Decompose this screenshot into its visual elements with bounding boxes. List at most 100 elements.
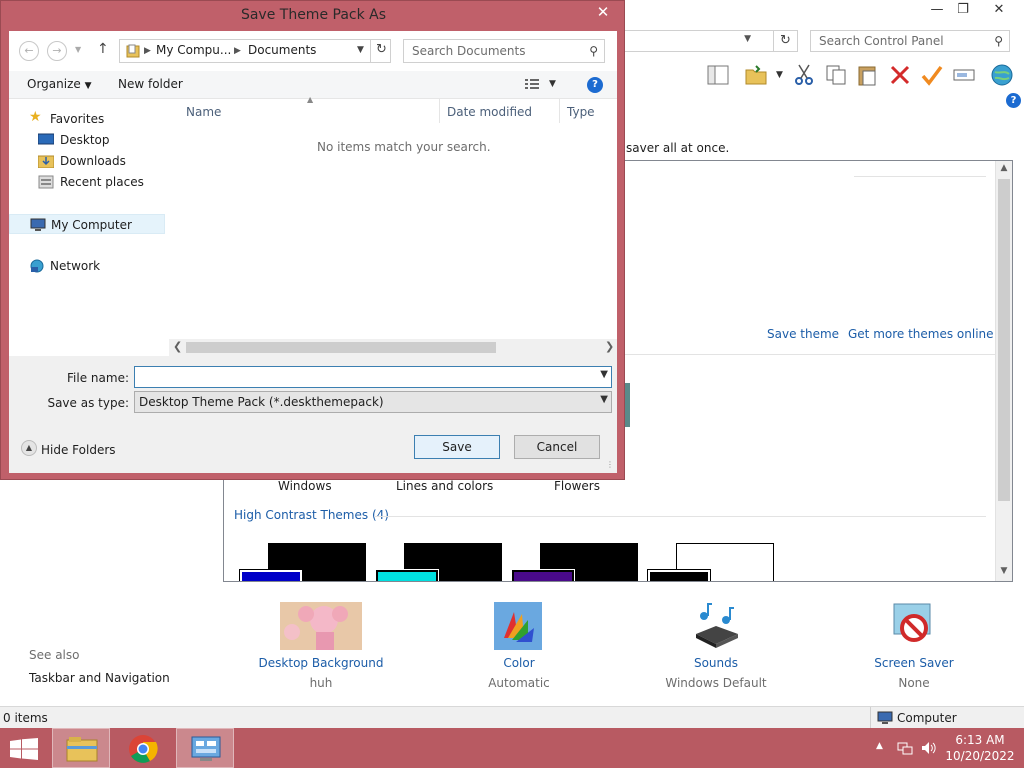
organize-button[interactable]: Organize ▼ [27, 77, 92, 91]
refresh-icon[interactable]: ↻ [376, 42, 387, 57]
back-button[interactable]: ← [19, 41, 39, 61]
desktop-background-item[interactable]: Desktop Background huh [241, 600, 401, 692]
screen-saver-icon [893, 603, 931, 642]
restore-button[interactable]: ❐ [948, 0, 978, 20]
item-count: 0 items [3, 711, 48, 725]
show-hidden-icons-icon[interactable]: ▲ [876, 741, 883, 751]
cancel-button[interactable]: Cancel [514, 435, 600, 459]
chevron-down-icon: ▼ [84, 81, 92, 91]
sounds-item[interactable]: Sounds Windows Default [636, 600, 796, 692]
paste-icon[interactable] [856, 63, 880, 87]
copy-icon[interactable] [824, 63, 848, 87]
sounds-label[interactable]: Sounds [636, 656, 796, 670]
collapse-arrow-icon[interactable]: ▲ [21, 440, 37, 456]
chrome-taskbar-button[interactable] [114, 728, 172, 768]
save-theme-link[interactable]: Save theme [767, 327, 839, 341]
color-label[interactable]: Color [439, 656, 599, 670]
clock-date: 10/20/2022 [945, 749, 1015, 763]
chevron-down-icon[interactable]: ▼ [776, 70, 783, 80]
scrollbar-thumb[interactable] [998, 179, 1010, 501]
nav-recent-places[interactable]: Recent places [9, 172, 165, 192]
help-icon[interactable]: ? [1006, 93, 1021, 108]
save-dialog: Save Theme Pack As ✕ ← → ▼ ↑ ▶ My Compu.… [0, 0, 625, 480]
vertical-scrollbar[interactable]: ▲ ▼ [995, 161, 1012, 581]
computer-icon [30, 218, 46, 231]
column-name[interactable]: Name [186, 105, 221, 119]
theme-flowers-label[interactable]: Flowers [554, 479, 600, 493]
layout-icon[interactable] [706, 63, 730, 87]
scroll-left-arrow-icon[interactable]: ❮ [173, 340, 182, 353]
nav-network-label: Network [50, 259, 101, 273]
screen-saver-value: None [898, 676, 930, 690]
nav-desktop[interactable]: Desktop [9, 130, 165, 150]
scrollbar-thumb[interactable] [186, 342, 496, 353]
chrome-icon [129, 735, 158, 763]
screen-saver-item[interactable]: Screen Saver None [834, 600, 994, 692]
screen-saver-label[interactable]: Screen Saver [834, 656, 994, 670]
check-icon[interactable] [920, 63, 944, 87]
scroll-down-arrow-icon[interactable]: ▼ [996, 566, 1012, 576]
search-placeholder: Search Documents [412, 44, 526, 58]
get-more-themes-link[interactable]: Get more themes online [848, 327, 994, 341]
desktop-background-label[interactable]: Desktop Background [241, 656, 401, 670]
color-item[interactable]: Color Automatic [439, 600, 599, 692]
nav-favorites[interactable]: ★ Favorites [9, 109, 165, 129]
save-as-type-select[interactable]: Desktop Theme Pack (*.deskthemepack) ▼ [134, 391, 612, 413]
theme-lines-label[interactable]: Lines and colors [396, 479, 493, 493]
file-explorer-taskbar-button[interactable] [52, 728, 110, 768]
search-documents-input[interactable]: Search Documents ⚲ [403, 39, 605, 63]
breadcrumb-separator-icon[interactable]: ▶ [234, 46, 241, 56]
taskbar-navigation-link[interactable]: Taskbar and Navigation [29, 671, 170, 685]
hide-folders-button[interactable]: Hide Folders [41, 443, 116, 457]
chevron-down-icon[interactable]: ▼ [549, 79, 556, 89]
chevron-down-icon[interactable]: ▼ [600, 369, 608, 380]
column-date-modified[interactable]: Date modified [447, 105, 532, 119]
scroll-right-arrow-icon[interactable]: ❯ [605, 340, 614, 353]
scroll-up-arrow-icon[interactable]: ▲ [996, 163, 1012, 173]
view-options-icon[interactable] [525, 78, 539, 90]
address-bar[interactable]: ▶ My Compu... ▶ Documents ▼ ↻ [119, 39, 391, 63]
refresh-button[interactable]: ↻ [774, 30, 798, 52]
folder-options-icon[interactable] [744, 63, 768, 87]
volume-icon[interactable] [921, 740, 937, 756]
globe-icon[interactable] [990, 63, 1014, 87]
network-tray-icon[interactable] [897, 740, 913, 756]
up-button[interactable]: ↑ [97, 41, 109, 57]
new-folder-button[interactable]: New folder [118, 77, 183, 91]
chevron-down-icon[interactable]: ▼ [600, 394, 608, 405]
control-panel-address-bar[interactable]: ▼ [624, 30, 774, 52]
windows-start-icon[interactable] [10, 738, 38, 760]
control-panel-taskbar-button[interactable] [176, 728, 234, 768]
file-name-field[interactable]: ▼ [134, 366, 612, 388]
clock[interactable]: 6:13 AM 10/20/2022 [940, 732, 1020, 764]
breadcrumb-item[interactable]: Documents [248, 43, 316, 57]
dialog-close-button[interactable]: ✕ [588, 1, 618, 23]
horizontal-scrollbar[interactable]: ❮ ❯ [169, 339, 617, 356]
sounds-icon [696, 603, 738, 648]
recent-locations-chevron-icon[interactable]: ▼ [75, 45, 81, 54]
nav-my-computer[interactable]: My Computer [9, 214, 165, 234]
nav-downloads[interactable]: Downloads [9, 151, 165, 171]
delete-icon[interactable] [888, 63, 912, 87]
theme-windows-label[interactable]: Windows [278, 479, 332, 493]
rename-icon[interactable] [952, 63, 976, 87]
control-panel-search-input[interactable]: Search Control Panel ⚲ [810, 30, 1010, 52]
clock-time: 6:13 AM [955, 733, 1005, 747]
breadcrumb-item[interactable]: My Compu... [156, 43, 231, 57]
cut-icon[interactable] [792, 63, 816, 87]
save-button[interactable]: Save [414, 435, 500, 459]
chevron-down-icon[interactable]: ▼ [744, 34, 751, 44]
close-button[interactable]: ✕ [984, 0, 1014, 20]
column-type[interactable]: Type [567, 105, 595, 119]
forward-button[interactable]: → [47, 41, 67, 61]
chevron-down-icon[interactable]: ▼ [357, 45, 364, 55]
theme-description: saver all at once. [626, 141, 730, 155]
help-icon[interactable]: ? [587, 77, 603, 93]
resize-grip-icon[interactable]: ⋮ [606, 460, 614, 469]
control-panel-icon [191, 736, 221, 761]
nav-network[interactable]: Network [9, 256, 165, 276]
taskbar: ▲ 6:13 AM 10/20/2022 [0, 728, 1024, 768]
divider [854, 176, 986, 177]
sounds-value: Windows Default [665, 676, 767, 690]
column-separator [559, 99, 560, 123]
